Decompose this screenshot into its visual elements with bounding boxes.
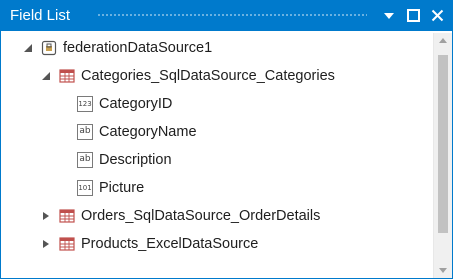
field-tree: federationDataSource1 Categories_SqlData… <box>1 33 433 278</box>
binary-type-icon: 101 <box>77 180 93 196</box>
caret-down-icon <box>384 12 394 19</box>
tree-node-label: federationDataSource1 <box>63 40 213 56</box>
dropdown-button[interactable] <box>381 7 397 24</box>
expanded-arrow-icon[interactable] <box>23 43 33 53</box>
field-item[interactable]: ab Description <box>1 147 433 173</box>
close-icon <box>431 9 443 22</box>
field-label: Picture <box>99 180 145 196</box>
table-icon <box>59 208 75 224</box>
panel-title: Field List <box>10 7 71 24</box>
field-item[interactable]: 101 Picture <box>1 175 433 201</box>
collapsed-arrow-icon[interactable] <box>41 211 51 221</box>
scroll-up-icon[interactable] <box>438 37 448 44</box>
scroll-down-icon[interactable] <box>438 267 448 274</box>
title-bar[interactable]: Field List <box>1 1 452 31</box>
table-icon <box>59 236 75 252</box>
field-label: CategoryName <box>99 124 197 140</box>
field-item[interactable]: ab CategoryName <box>1 119 433 145</box>
field-label: CategoryID <box>99 96 173 112</box>
field-list-panel: Field List federationDataSource1 Categor… <box>0 0 453 279</box>
tree-node-products[interactable]: Products_ExcelDataSource <box>1 231 433 257</box>
collapsed-arrow-icon[interactable] <box>41 239 51 249</box>
vertical-scrollbar[interactable] <box>433 33 452 278</box>
string-type-icon: ab <box>77 152 93 168</box>
scrollbar-thumb[interactable] <box>438 55 448 233</box>
tree-node-orders[interactable]: Orders_SqlDataSource_OrderDetails <box>1 203 433 229</box>
database-icon <box>41 40 57 56</box>
expanded-arrow-icon[interactable] <box>41 71 51 81</box>
field-label: Description <box>99 152 172 168</box>
string-type-icon: ab <box>77 124 93 140</box>
tree-node-root[interactable]: federationDataSource1 <box>1 35 433 61</box>
maximize-icon <box>406 9 420 22</box>
table-icon <box>59 68 75 84</box>
tree-node-label: Categories_SqlDataSource_Categories <box>81 68 335 84</box>
drag-grip[interactable] <box>97 13 367 18</box>
tree-node-label: Orders_SqlDataSource_OrderDetails <box>81 208 321 224</box>
tree-node-categories[interactable]: Categories_SqlDataSource_Categories <box>1 63 433 89</box>
close-button[interactable] <box>429 7 445 24</box>
tree-node-label: Products_ExcelDataSource <box>81 236 259 252</box>
maximize-button[interactable] <box>405 7 421 24</box>
numeric-type-icon: 123 <box>77 96 93 112</box>
field-item[interactable]: 123 CategoryID <box>1 91 433 117</box>
